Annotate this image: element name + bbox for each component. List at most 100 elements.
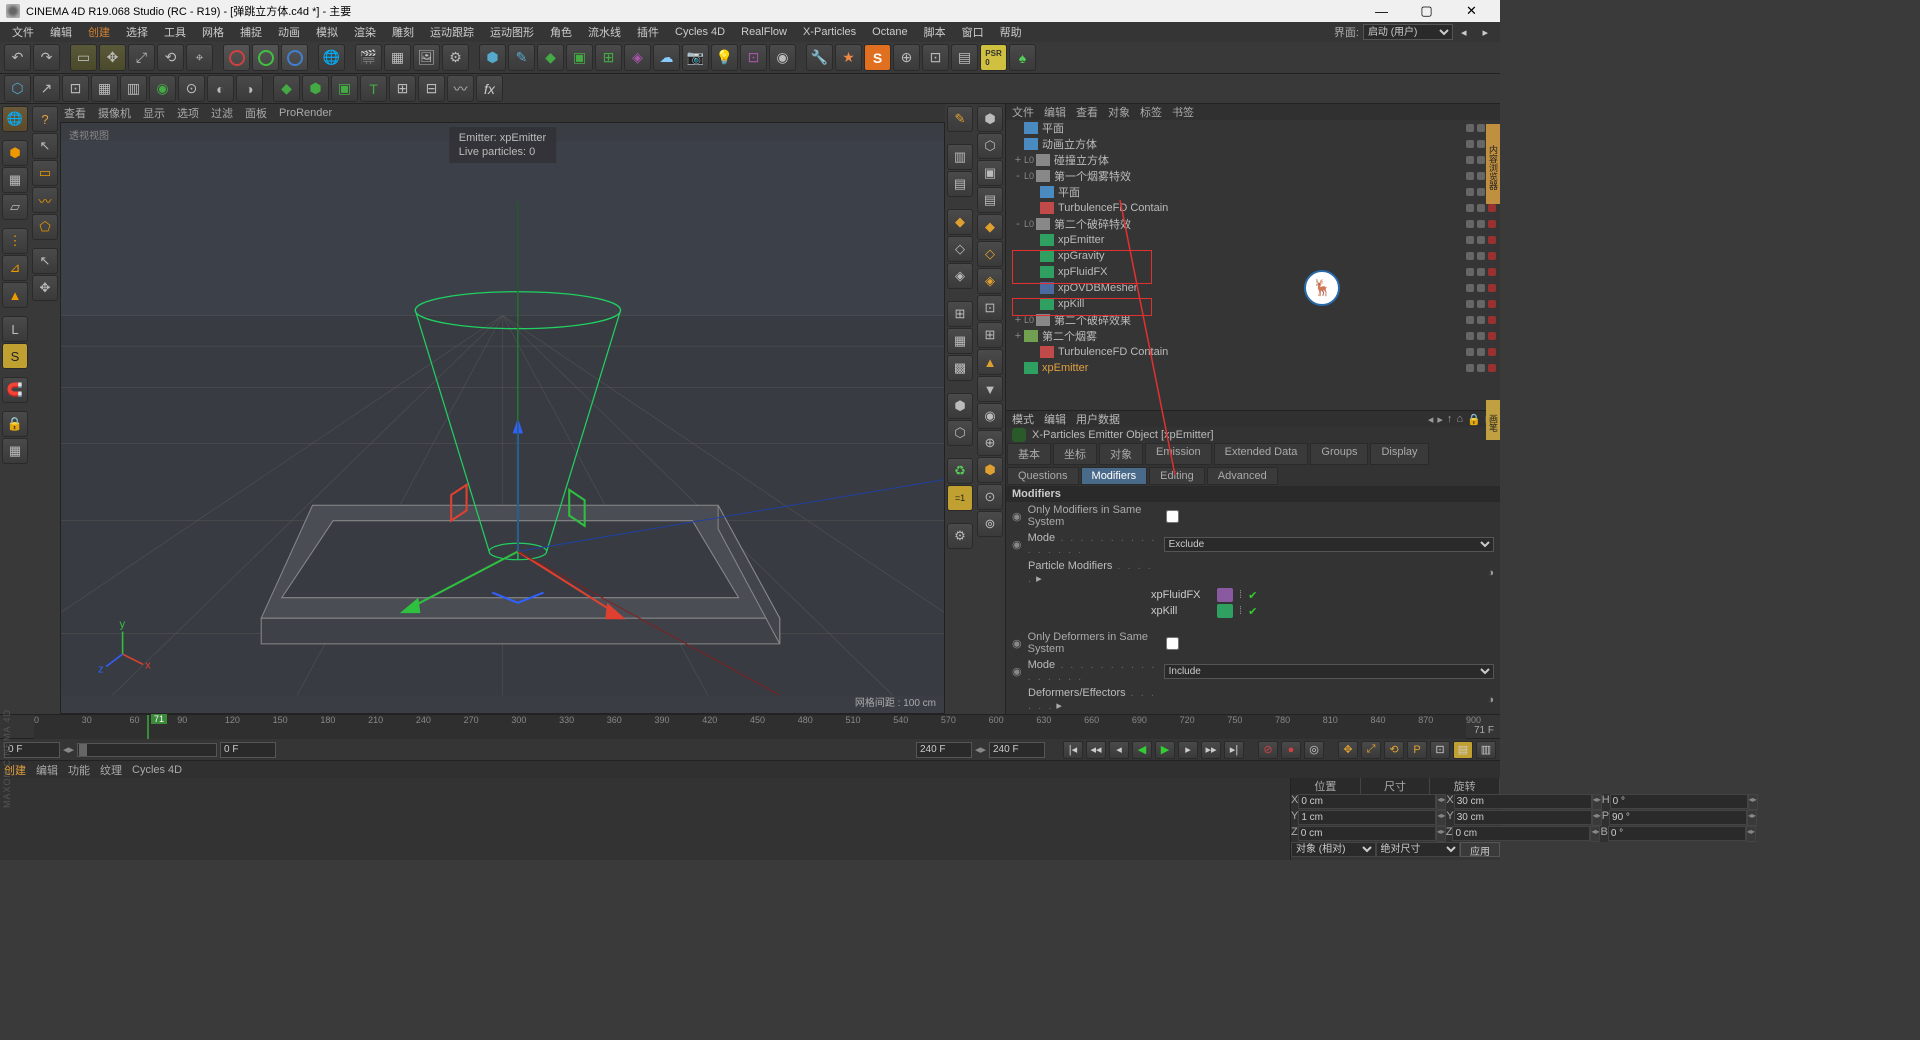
pos-Y[interactable] bbox=[1298, 810, 1436, 825]
autokey-button[interactable]: ● bbox=[1281, 741, 1301, 759]
viewmenu-摄像机[interactable]: 摄像机 bbox=[98, 105, 131, 121]
rc1-5[interactable]: ◇ bbox=[947, 236, 973, 262]
expand-icon[interactable]: - bbox=[1012, 218, 1024, 230]
key-pla-button[interactable]: ⊡ bbox=[1430, 741, 1450, 759]
point-mode-button[interactable]: ⋮ bbox=[2, 228, 28, 254]
omtab-书签[interactable]: 书签 bbox=[1172, 104, 1194, 120]
vis-editor-dot[interactable] bbox=[1466, 332, 1474, 340]
render-pv-button[interactable]: 🖼 bbox=[413, 44, 440, 71]
modifier-entry-xpFluidFX[interactable]: xpFluidFX⁞✔ bbox=[1006, 587, 1500, 603]
menu-动画[interactable]: 动画 bbox=[270, 22, 308, 42]
rot-P[interactable] bbox=[1609, 810, 1747, 825]
vis-render-dot[interactable] bbox=[1477, 236, 1485, 244]
viewmenu-面板[interactable]: 面板 bbox=[245, 105, 267, 121]
menu-雕刻[interactable]: 雕刻 bbox=[384, 22, 422, 42]
attrmenu-用户数据[interactable]: 用户数据 bbox=[1076, 414, 1120, 426]
tb2-10[interactable]: ◆ bbox=[273, 75, 300, 102]
enable-dot[interactable] bbox=[1488, 220, 1496, 228]
rc1-14[interactable]: ⚙ bbox=[947, 523, 973, 549]
object-name[interactable]: 第二个破碎效果 bbox=[1054, 312, 1131, 328]
enable-dot[interactable] bbox=[1488, 364, 1496, 372]
range-end-field[interactable] bbox=[916, 742, 972, 758]
menu-角色[interactable]: 角色 bbox=[542, 22, 580, 42]
select-tool[interactable]: ▭ bbox=[70, 44, 97, 71]
attrtab-基本[interactable]: 基本 bbox=[1007, 443, 1051, 465]
menu-捕捉[interactable]: 捕捉 bbox=[232, 22, 270, 42]
attr-next-icon[interactable]: ▸ bbox=[1437, 413, 1443, 426]
omtab-文件[interactable]: 文件 bbox=[1012, 104, 1034, 120]
rc2-11[interactable]: ▼ bbox=[977, 376, 1003, 402]
current-frame-field[interactable] bbox=[220, 742, 276, 758]
menu-工具[interactable]: 工具 bbox=[156, 22, 194, 42]
texture-mode-button[interactable]: ▦ bbox=[2, 167, 28, 193]
menu-创建[interactable]: 创建 bbox=[80, 22, 118, 42]
size-Z[interactable] bbox=[1452, 826, 1590, 841]
expand-icon[interactable]: - bbox=[1012, 170, 1024, 182]
goto-end-button[interactable]: ▸| bbox=[1224, 741, 1244, 759]
keyframe-button[interactable]: ◎ bbox=[1304, 741, 1324, 759]
key-pos-button[interactable]: ✥ bbox=[1338, 741, 1358, 759]
vis-render-dot[interactable] bbox=[1477, 300, 1485, 308]
vis-render-dot[interactable] bbox=[1477, 156, 1485, 164]
rc2-9[interactable]: ⊞ bbox=[977, 322, 1003, 348]
tree-item-第二个破碎效果[interactable]: +L0第二个破碎效果 bbox=[1006, 312, 1500, 328]
tb2-fx[interactable]: fx bbox=[476, 75, 503, 102]
layout-select[interactable]: 启动 (用户) bbox=[1363, 24, 1453, 40]
key-rot-button[interactable]: ⟲ bbox=[1384, 741, 1404, 759]
rc1-3[interactable]: ▤ bbox=[947, 171, 973, 197]
plugin-btn-5[interactable]: ▤ bbox=[951, 44, 978, 71]
enable-dot[interactable] bbox=[1488, 316, 1496, 324]
rc2-16[interactable]: ⊚ bbox=[977, 511, 1003, 537]
menu-选择[interactable]: 选择 bbox=[118, 22, 156, 42]
enable-dot[interactable] bbox=[1488, 252, 1496, 260]
cube-primitive-button[interactable]: ⬢ bbox=[479, 44, 506, 71]
tag-button[interactable]: ◉ bbox=[769, 44, 796, 71]
close-button[interactable]: ✕ bbox=[1449, 0, 1494, 22]
play-backward-button[interactable]: ◀ bbox=[1132, 741, 1152, 759]
menu-帮助[interactable]: 帮助 bbox=[992, 22, 1030, 42]
attrtab-对象[interactable]: 对象 bbox=[1099, 443, 1143, 465]
enable-dot[interactable] bbox=[1488, 332, 1496, 340]
tb2-9[interactable]: ◑ bbox=[236, 75, 263, 102]
right-dock-tab-2[interactable]: 画笔 bbox=[1486, 400, 1500, 440]
menu-X-Particles[interactable]: X-Particles bbox=[795, 24, 864, 40]
attrtab-Modifiers[interactable]: Modifiers bbox=[1081, 467, 1148, 485]
tree-item-第二个烟雾[interactable]: +第二个烟雾 bbox=[1006, 328, 1500, 344]
rc1-6[interactable]: ◈ bbox=[947, 263, 973, 289]
rc2-4[interactable]: ▤ bbox=[977, 187, 1003, 213]
only-modifiers-checkbox[interactable] bbox=[1166, 510, 1179, 523]
range-start-field[interactable] bbox=[4, 742, 60, 758]
omtab-查看[interactable]: 查看 bbox=[1076, 104, 1098, 120]
menu-运动跟踪[interactable]: 运动跟踪 bbox=[422, 22, 482, 42]
material-manager[interactable] bbox=[0, 778, 1290, 860]
vis-render-dot[interactable] bbox=[1477, 364, 1485, 372]
axis-mode-button[interactable]: L bbox=[2, 316, 28, 342]
menu-网格[interactable]: 网格 bbox=[194, 22, 232, 42]
vis-editor-dot[interactable] bbox=[1466, 364, 1474, 372]
rect-select-tool[interactable]: ▭ bbox=[32, 160, 58, 186]
object-name[interactable]: xpEmitter bbox=[1042, 362, 1088, 374]
plugin-btn-6[interactable]: ♠ bbox=[1009, 44, 1036, 71]
next-frame-button[interactable]: ▸ bbox=[1178, 741, 1198, 759]
tb2-6[interactable]: ◉ bbox=[149, 75, 176, 102]
vis-editor-dot[interactable] bbox=[1466, 300, 1474, 308]
poly-select-tool[interactable]: ⬠ bbox=[32, 214, 58, 240]
size-Y[interactable] bbox=[1454, 810, 1592, 825]
omtab-对象[interactable]: 对象 bbox=[1108, 104, 1130, 120]
rc2-7[interactable]: ◈ bbox=[977, 268, 1003, 294]
right-dock-tab-1[interactable]: 内容浏览器 bbox=[1486, 124, 1500, 204]
vis-editor-dot[interactable] bbox=[1466, 220, 1474, 228]
menu-窗口[interactable]: 窗口 bbox=[954, 22, 992, 42]
vis-render-dot[interactable] bbox=[1477, 172, 1485, 180]
object-manager-tree[interactable]: 🦌 平面动画立方体+L0碰撞立方体-L0第一个烟雾特效平面TurbulenceF… bbox=[1006, 120, 1500, 410]
plugin-btn-4[interactable]: ⊡ bbox=[922, 44, 949, 71]
goto-start-button[interactable]: |◂ bbox=[1063, 741, 1083, 759]
rot-B[interactable] bbox=[1608, 826, 1746, 841]
plugin-btn-1[interactable]: 🔧 bbox=[806, 44, 833, 71]
lock-button[interactable]: 🔒 bbox=[2, 411, 28, 437]
vis-editor-dot[interactable] bbox=[1466, 172, 1474, 180]
x-axis-toggle[interactable] bbox=[223, 44, 250, 71]
plugin-btn-3[interactable]: ⊕ bbox=[893, 44, 920, 71]
record-button[interactable]: ⊘ bbox=[1258, 741, 1278, 759]
vis-editor-dot[interactable] bbox=[1466, 124, 1474, 132]
